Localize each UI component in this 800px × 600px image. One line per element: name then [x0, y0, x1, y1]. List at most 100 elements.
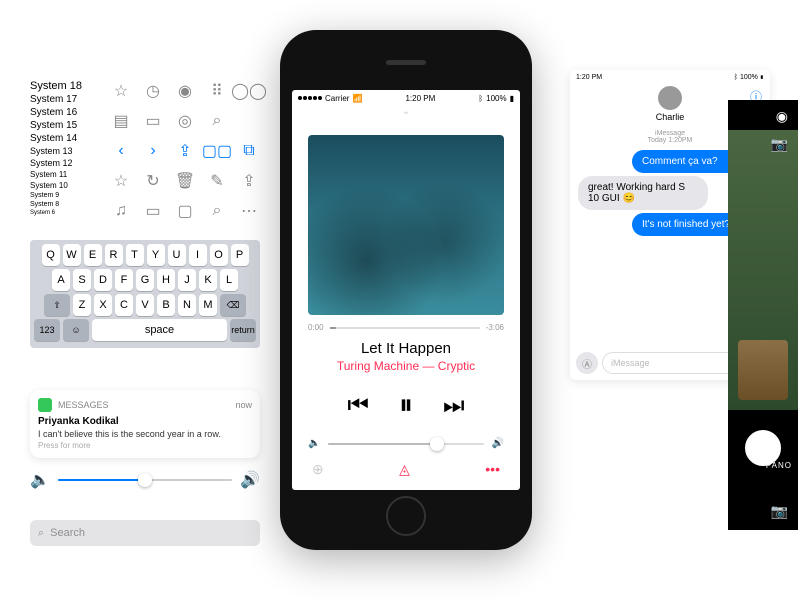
clock-icon[interactable]: ◷: [142, 80, 164, 102]
key-O[interactable]: O: [210, 244, 228, 266]
share-icon[interactable]: ⇪: [174, 140, 196, 162]
key-F[interactable]: F: [115, 269, 133, 291]
key-J[interactable]: J: [178, 269, 196, 291]
refresh-icon[interactable]: ↻: [142, 170, 164, 192]
system-font-row: System 6: [30, 210, 105, 216]
key-⌫[interactable]: ⌫: [220, 294, 246, 316]
key-U[interactable]: U: [168, 244, 186, 266]
key-B[interactable]: B: [157, 294, 175, 316]
music-now-playing: Carrier📶 1:20 PM ᛒ100%▮ ⌄ 0:00 -3:06 Let…: [292, 90, 520, 490]
key-Q[interactable]: Q: [42, 244, 60, 266]
key-T[interactable]: T: [126, 244, 144, 266]
system-font-row: System 8: [30, 201, 105, 208]
search-icon: ⌕: [38, 527, 44, 540]
contact-avatar[interactable]: [658, 86, 682, 110]
song-artist: Turing Machine — Cryptic: [292, 359, 520, 373]
blank-icon[interactable]: [238, 110, 260, 132]
star2-icon[interactable]: ☆: [110, 170, 132, 192]
key-D[interactable]: D: [94, 269, 112, 291]
music-icon[interactable]: ♫: [110, 200, 132, 222]
key-space[interactable]: space: [92, 319, 227, 341]
key-W[interactable]: W: [63, 244, 81, 266]
key-num[interactable]: 123: [34, 319, 60, 341]
filters-icon[interactable]: ◉: [776, 108, 788, 125]
camera-viewfinder[interactable]: 📷: [728, 130, 798, 410]
key-Y[interactable]: Y: [147, 244, 165, 266]
system-font-row: System 12: [30, 158, 105, 168]
search-icon[interactable]: ⌕: [206, 110, 228, 132]
tabs-icon[interactable]: ⧉: [238, 140, 260, 162]
camera-icon[interactable]: 📷: [771, 136, 788, 153]
list-icon[interactable]: ▤: [110, 110, 132, 132]
forward-button[interactable]: ⏭: [443, 392, 465, 420]
card-icon[interactable]: ▭: [142, 110, 164, 132]
back-icon[interactable]: ‹: [110, 140, 132, 162]
key-⇧[interactable]: ⇧: [44, 294, 70, 316]
keyboard[interactable]: QWERTYUIOP ASDFGHJKL ⇧ZXCVBNM⌫ 123☺spaceret…: [30, 240, 260, 348]
battery-label: 100%: [486, 94, 506, 103]
album-art[interactable]: [308, 135, 504, 315]
time-elapsed: 0:00: [308, 323, 324, 332]
key-N[interactable]: N: [178, 294, 196, 316]
user-icon[interactable]: ◉: [174, 80, 196, 102]
key-M[interactable]: M: [199, 294, 217, 316]
tv-icon[interactable]: ▢: [174, 200, 196, 222]
search-field[interactable]: ⌕ Search: [30, 520, 260, 546]
key-L[interactable]: L: [220, 269, 238, 291]
trash-icon[interactable]: 🗑: [174, 170, 196, 192]
star-icon[interactable]: ☆: [110, 80, 132, 102]
volume-slider[interactable]: 🔈 🔊: [30, 470, 260, 490]
airplay-icon[interactable]: ◬: [399, 461, 410, 478]
video-icon[interactable]: ▭: [142, 200, 164, 222]
key-H[interactable]: H: [157, 269, 175, 291]
battery-icon: ▮: [510, 94, 514, 103]
system-font-row: System 10: [30, 181, 105, 190]
key-K[interactable]: K: [199, 269, 217, 291]
thread-label: iMessage: [655, 130, 685, 137]
key-C[interactable]: C: [115, 294, 133, 316]
appstore-icon[interactable]: Ⓐ: [576, 352, 598, 374]
home-button[interactable]: [386, 496, 426, 536]
wifi-icon: 📶: [352, 94, 362, 103]
key-R[interactable]: R: [105, 244, 123, 266]
key-X[interactable]: X: [94, 294, 112, 316]
playback-progress[interactable]: 0:00 -3:06: [308, 323, 504, 332]
switch-camera-icon[interactable]: 📷: [771, 503, 788, 520]
compose-icon[interactable]: ✎: [206, 170, 228, 192]
key-Z[interactable]: Z: [73, 294, 91, 316]
system-font-row: System 13: [30, 146, 105, 156]
search2-icon[interactable]: ⌕: [206, 200, 228, 222]
key-V[interactable]: V: [136, 294, 154, 316]
notif-time: now: [235, 400, 252, 410]
voicemail-icon[interactable]: ◯◯: [238, 80, 260, 102]
system-font-row: System 17: [30, 94, 105, 105]
key-A[interactable]: A: [52, 269, 70, 291]
key-P[interactable]: P: [231, 244, 249, 266]
more-icon[interactable]: •••: [485, 461, 500, 478]
more-icon[interactable]: ⋯: [238, 200, 260, 222]
time-remaining: -3:06: [486, 323, 504, 332]
key-emoji[interactable]: ☺: [63, 319, 89, 341]
notification-card[interactable]: MESSAGES now Priyanka Kodikal I can't be…: [30, 390, 260, 458]
forward-icon[interactable]: ›: [142, 140, 164, 162]
key-ret[interactable]: return: [230, 319, 256, 341]
key-G[interactable]: G: [136, 269, 154, 291]
key-E[interactable]: E: [84, 244, 102, 266]
system-font-list: System 18System 17System 16System 15Syst…: [30, 80, 105, 218]
add-icon[interactable]: ⊕: [312, 461, 324, 478]
music-volume-slider[interactable]: 🔈 🔊: [308, 438, 504, 449]
volume-low-icon: 🔈: [308, 438, 320, 449]
bookmarks-icon[interactable]: ▢▢: [206, 140, 228, 162]
pause-button[interactable]: ⏸: [399, 389, 413, 422]
share2-icon[interactable]: ⇪: [238, 170, 260, 192]
msg-placeholder: iMessage: [611, 358, 650, 368]
icon-grid: ☆ ◷ ◉ ⠿ ◯◯ ▤ ▭ ◎ ⌕ ‹ › ⇪ ▢▢ ⧉ ☆ ↻ 🗑 ✎ ⇪ ♫ ▭ ▢ ⌕ ⋯: [110, 80, 260, 222]
key-I[interactable]: I: [189, 244, 207, 266]
apps-icon[interactable]: ⠿: [206, 80, 228, 102]
message-bubble-in[interactable]: great! Working hard S 10 GUI 😊: [578, 176, 708, 210]
chevron-down-icon[interactable]: ⌄: [292, 106, 520, 117]
compass-icon[interactable]: ◎: [174, 110, 196, 132]
key-S[interactable]: S: [73, 269, 91, 291]
camera-mode-label[interactable]: PANO: [766, 461, 792, 470]
rewind-button[interactable]: ⏮: [347, 392, 369, 420]
